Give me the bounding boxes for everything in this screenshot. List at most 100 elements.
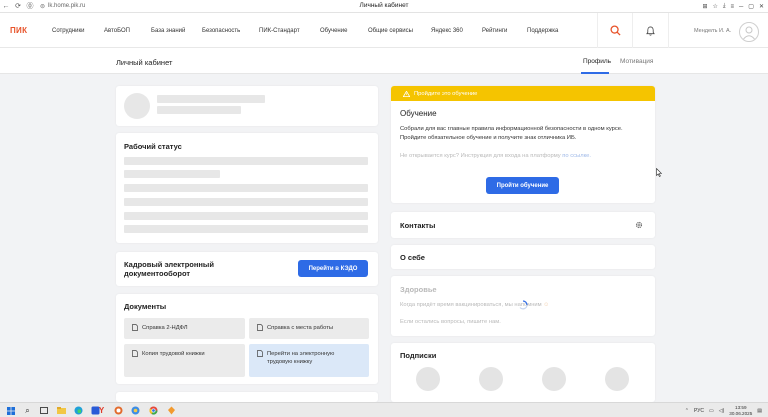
doc-employment-certificate[interactable]: Справка с места работы xyxy=(249,318,369,339)
subscriptions-title: Подписки xyxy=(400,351,437,360)
doc-label: Перейти на электронную трудовую книжку xyxy=(267,351,335,365)
kedo-title: Кадровый электронный документооборот xyxy=(124,260,214,278)
file-explorer-icon[interactable] xyxy=(56,405,67,416)
training-title: Обучение xyxy=(400,109,437,118)
app-icon-3[interactable] xyxy=(130,405,141,416)
browser-toolbar: ← ⟳ ⓪ ⊜ lk.home.pik.ru Личный кабинет ⊞ … xyxy=(0,0,768,13)
nav-item-ratings[interactable]: Рейтинги xyxy=(482,28,507,34)
nav-item-yandex-360[interactable]: Яндекс 360 xyxy=(431,28,463,34)
minimize-icon[interactable]: ─ xyxy=(739,4,743,10)
document-icon xyxy=(257,324,263,331)
clock-date: 30.06.2025 xyxy=(729,410,753,416)
windows-start-icon[interactable] xyxy=(5,405,16,416)
user-name[interactable]: Менделъ И. А. xyxy=(694,28,731,34)
tab-profile[interactable]: Профиль xyxy=(583,58,611,65)
skeleton-line xyxy=(124,198,368,206)
mouse-cursor-icon xyxy=(656,168,662,177)
nav-item-knowledge-base[interactable]: База знаний xyxy=(151,28,185,34)
skeleton-line xyxy=(157,106,241,114)
notifications-button[interactable] xyxy=(633,13,669,48)
smile-icon: ☺ xyxy=(543,302,550,308)
nav-item-support[interactable]: Поддержка xyxy=(527,28,558,34)
work-status-title: Рабочий статус xyxy=(124,142,182,151)
training-text: Собрали для вас главные правила информац… xyxy=(400,126,623,141)
kedo-card: Кадровый электронный документооборот Пер… xyxy=(116,252,378,286)
documents-card: Документы Справка 2-НДФЛ Справка с места… xyxy=(116,294,378,384)
reload-icon[interactable]: ⟳ xyxy=(12,0,24,12)
app-icon-2[interactable] xyxy=(113,405,124,416)
site-info-icon[interactable]: ⊜ xyxy=(40,3,45,10)
address-bar-url: lk.home.pik.ru xyxy=(48,3,86,9)
nav-item-training[interactable]: Обучение xyxy=(320,28,347,34)
about-title: О себе xyxy=(400,253,425,262)
maximize-icon[interactable]: ▢ xyxy=(748,3,754,10)
gear-icon[interactable] xyxy=(635,221,643,229)
keyboard-language[interactable]: РУС xyxy=(694,408,704,414)
start-training-button[interactable]: Пройти обучение xyxy=(486,177,559,194)
app-icon-4[interactable] xyxy=(166,405,177,416)
training-banner-text: Пройдите это обучение xyxy=(414,90,478,97)
volume-icon[interactable]: ◁) xyxy=(719,408,725,414)
doc-workbook-copy[interactable]: Копия трудовой книжки xyxy=(124,344,245,377)
next-card xyxy=(116,392,378,402)
doc-electronic-workbook[interactable]: Перейти на электронную трудовую книжку xyxy=(249,344,369,377)
system-tray: ⌃ РУС ▭ ◁) 13:59 30.06.2025 ▤ xyxy=(685,403,762,417)
skeleton-line xyxy=(124,170,220,178)
chrome-icon[interactable] xyxy=(148,405,159,416)
subscription-placeholder xyxy=(416,367,440,391)
health-card: Здоровье Когда придёт время вакцинироват… xyxy=(391,276,655,336)
profile-card xyxy=(116,86,378,126)
avatar[interactable] xyxy=(739,22,759,42)
nav-item-security[interactable]: Безопасность xyxy=(202,28,240,34)
downloads-icon[interactable]: ⤓ xyxy=(723,3,726,10)
nav-item-autobop[interactable]: АвтоБОП xyxy=(104,28,130,34)
notifications-icon[interactable]: ▤ xyxy=(757,408,762,414)
documents-title: Документы xyxy=(124,302,167,311)
skeleton-line xyxy=(124,225,368,233)
training-help-text: Не открывается курс? Инструкция для вход… xyxy=(400,153,561,159)
yandex-browser-icon[interactable]: Y xyxy=(96,405,107,416)
health-line-2: Если остались вопросы, пишите нам. xyxy=(400,319,501,325)
search-button[interactable] xyxy=(597,13,633,48)
bookmark-icon[interactable]: ☆ xyxy=(712,3,717,10)
skeleton-line xyxy=(124,212,368,220)
document-icon xyxy=(132,350,138,357)
task-view-icon[interactable] xyxy=(38,405,49,416)
training-card: Пройдите это обучение Обучение Собрали д… xyxy=(391,86,655,203)
training-banner: Пройдите это обучение xyxy=(391,86,655,101)
clock[interactable]: 13:59 30.06.2025 xyxy=(729,405,752,417)
subscriptions-card: Подписки xyxy=(391,343,655,402)
tab-active-indicator xyxy=(581,72,609,74)
profile-icon[interactable]: ⓪ xyxy=(24,0,36,12)
taskbar: ⌕ Y ⌃ РУС ▭ ◁) 13:59 30.06.2025 ▤ xyxy=(0,402,768,417)
back-icon[interactable]: ← xyxy=(0,0,12,12)
training-help: Не открывается курс? Инструкция для вход… xyxy=(400,152,645,161)
avatar-placeholder xyxy=(124,93,150,119)
skeleton-line xyxy=(124,184,368,192)
work-status-card: Рабочий статус xyxy=(116,133,378,243)
taskbar-search-icon[interactable]: ⌕ xyxy=(22,405,33,416)
subscription-placeholder xyxy=(605,367,629,391)
contacts-card: Контакты xyxy=(391,212,655,238)
close-icon[interactable]: ✕ xyxy=(759,3,764,10)
nav-item-employees[interactable]: Сотрудники xyxy=(52,28,85,34)
doc-2ndfl[interactable]: Справка 2-НДФЛ xyxy=(124,318,245,339)
nav-item-pik-standard[interactable]: ПИК-Стандарт xyxy=(259,28,300,34)
nav-item-common-services[interactable]: Общие сервисы xyxy=(368,28,413,34)
menu-icon[interactable]: ≡ xyxy=(731,4,735,10)
subscription-placeholder xyxy=(542,367,566,391)
training-help-link[interactable]: по ссылке. xyxy=(562,153,591,159)
network-icon[interactable]: ▭ xyxy=(709,408,714,414)
skeleton-line xyxy=(124,157,368,165)
extensions-icon[interactable]: ⊞ xyxy=(702,3,707,10)
tray-chevron-icon[interactable]: ⌃ xyxy=(685,408,689,414)
loading-spinner-icon xyxy=(519,300,528,310)
doc-label: Справка 2-НДФЛ xyxy=(142,325,188,331)
tab-motivation[interactable]: Мотивация xyxy=(620,58,653,65)
edge-icon[interactable] xyxy=(73,405,84,416)
document-icon xyxy=(257,350,263,357)
go-to-kedo-button[interactable]: Перейти в КЭДО xyxy=(298,260,368,277)
address-bar[interactable]: ⊜ lk.home.pik.ru xyxy=(40,3,170,10)
pik-logo[interactable]: ПИК xyxy=(10,26,27,35)
skeleton-line xyxy=(157,95,265,103)
